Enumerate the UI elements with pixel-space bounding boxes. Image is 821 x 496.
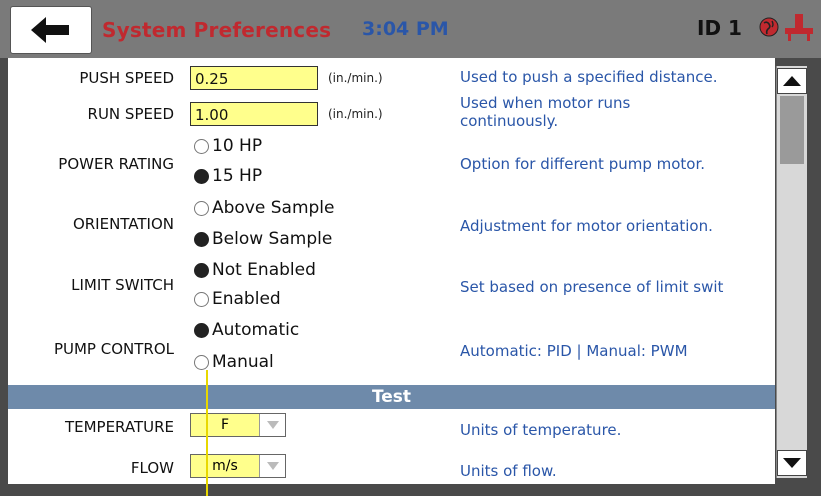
section-header-test: Test	[8, 385, 775, 409]
globe-icon[interactable]	[759, 17, 779, 37]
push-speed-label: PUSH SPEED	[79, 69, 174, 87]
callout-line	[206, 370, 208, 496]
orientation-label: ORIENTATION	[72, 215, 174, 233]
run-speed-input[interactable]: 1.00	[190, 102, 318, 126]
dropdown-arrow-icon[interactable]	[260, 455, 285, 477]
option-label: Not Enabled	[212, 260, 316, 280]
pump-control-description: Automatic: PID | Manual: PWM	[460, 342, 688, 360]
flow-value: m/s	[191, 455, 260, 477]
limit-switch-description: Set based on presence of limit swit	[460, 278, 724, 296]
power-rating-option-15hp[interactable]: 15 HP	[194, 166, 262, 186]
scroll-down-icon	[783, 458, 801, 468]
scroll-down-button[interactable]	[777, 450, 807, 476]
radio-button	[194, 354, 209, 370]
run-speed-label: RUN SPEED	[87, 105, 174, 123]
push-speed-description: Used to push a specified distance.	[460, 68, 718, 86]
device-id: ID 1	[697, 16, 742, 40]
radio-button-selected	[194, 231, 209, 247]
page-title: System Preferences	[102, 18, 332, 42]
title-bar: System Preferences 3:04 PM ID 1	[0, 0, 821, 58]
radio-button	[194, 200, 209, 216]
option-label: Automatic	[212, 320, 300, 340]
run-speed-description: Used when motor runs continuously.	[460, 94, 630, 130]
temperature-dropdown[interactable]: F	[190, 413, 286, 437]
orientation-option-below[interactable]: Below Sample	[194, 229, 332, 249]
option-label: Above Sample	[212, 198, 335, 218]
flow-label: FLOW	[130, 459, 174, 477]
plug-icon	[785, 14, 813, 41]
option-label: Below Sample	[212, 229, 333, 249]
radio-button	[194, 138, 209, 154]
option-label: 10 HP	[212, 136, 263, 156]
power-rating-description: Option for different pump motor.	[460, 155, 706, 173]
run-speed-description-line1: Used when motor runs	[460, 94, 631, 112]
scrollbar-thumb[interactable]	[780, 96, 804, 164]
pump-control-option-manual[interactable]: Manual	[194, 352, 274, 372]
back-arrow-icon	[31, 17, 69, 43]
radio-button-selected	[194, 322, 209, 338]
pump-control-label: PUMP CONTROL	[53, 340, 174, 358]
limit-switch-option-enabled[interactable]: Enabled	[194, 289, 281, 309]
temperature-label: TEMPERATURE	[64, 418, 174, 436]
orientation-description: Adjustment for motor orientation.	[460, 217, 713, 235]
limit-switch-option-not-enabled[interactable]: Not Enabled	[194, 260, 316, 280]
flow-description: Units of flow.	[460, 462, 557, 480]
radio-button-selected	[194, 168, 209, 184]
dropdown-arrow-icon[interactable]	[260, 414, 285, 436]
scrollbar[interactable]	[776, 66, 807, 478]
option-label: Manual	[212, 352, 274, 372]
push-speed-unit: (in./min.)	[328, 71, 383, 85]
radio-button	[194, 291, 209, 307]
run-speed-unit: (in./min.)	[328, 107, 383, 121]
pump-control-option-automatic[interactable]: Automatic	[194, 320, 299, 340]
push-speed-input[interactable]: 0.25	[190, 66, 318, 90]
option-label: Enabled	[212, 289, 281, 309]
run-speed-description-line2: continuously.	[460, 112, 559, 130]
limit-switch-label: LIMIT SWITCH	[71, 276, 174, 294]
radio-button-selected	[194, 262, 209, 278]
temperature-description: Units of temperature.	[460, 421, 622, 439]
flow-dropdown[interactable]: m/s	[190, 454, 286, 478]
orientation-option-above[interactable]: Above Sample	[194, 198, 335, 218]
power-rating-option-10hp[interactable]: 10 HP	[194, 136, 262, 156]
option-label: 15 HP	[212, 166, 263, 186]
power-rating-label: POWER RATING	[58, 155, 174, 173]
settings-panel: PUSH SPEED 0.25 (in./min.) Used to push …	[8, 58, 775, 484]
scroll-up-icon	[783, 76, 801, 86]
back-button[interactable]	[10, 6, 92, 54]
scroll-up-button[interactable]	[777, 68, 807, 94]
clock: 3:04 PM	[362, 18, 449, 40]
temperature-value: F	[191, 414, 260, 436]
